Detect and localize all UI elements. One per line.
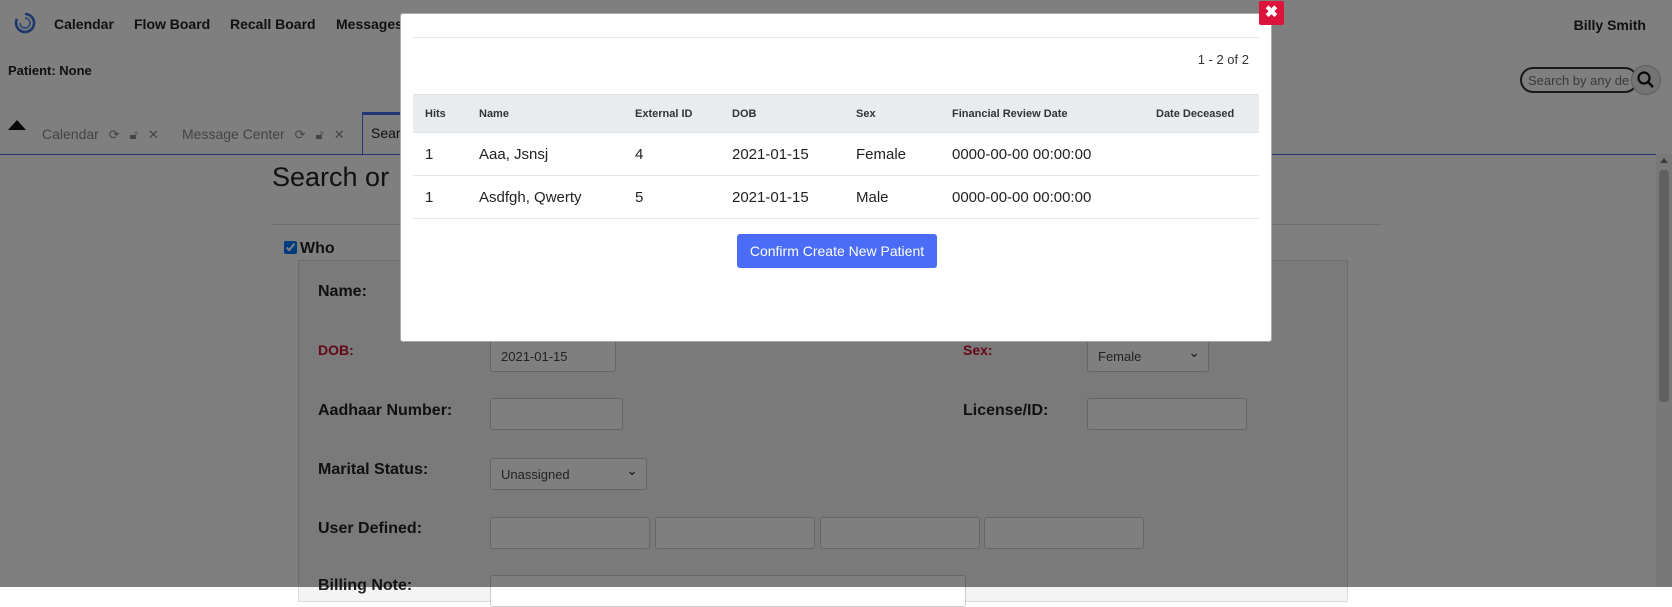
col-name: Name (467, 94, 623, 133)
modal-divider (413, 37, 1259, 38)
cell-financial-review-date: 0000-00-00 00:00:00 (940, 175, 1144, 219)
cell-hits: 1 (413, 132, 467, 176)
cell-external-id: 4 (623, 132, 720, 176)
col-financial-review-date: Financial Review Date (940, 94, 1144, 133)
col-date-deceased: Date Deceased (1144, 94, 1259, 133)
table-row[interactable]: 1 Asdfgh, Qwerty 5 2021-01-15 Male 0000-… (413, 175, 1259, 219)
close-icon: ✖ (1264, 4, 1279, 21)
cell-name: Aaa, Jsnsj (467, 132, 623, 176)
confirm-create-new-patient-button[interactable]: Confirm Create New Patient (737, 234, 937, 268)
col-hits: Hits (413, 94, 467, 133)
cell-date-deceased (1144, 132, 1259, 176)
duplicate-patients-modal: 1 - 2 of 2 Hits Name External ID DOB Sex… (400, 13, 1272, 342)
results-table: Hits Name External ID DOB Sex Financial … (413, 94, 1259, 219)
col-sex: Sex (844, 94, 940, 133)
col-dob: DOB (720, 94, 844, 133)
table-row[interactable]: 1 Aaa, Jsnsj 4 2021-01-15 Female 0000-00… (413, 132, 1259, 176)
table-header-row: Hits Name External ID DOB Sex Financial … (413, 94, 1259, 133)
cell-name: Asdfgh, Qwerty (467, 175, 623, 219)
cell-dob: 2021-01-15 (720, 132, 844, 176)
col-external-id: External ID (623, 94, 720, 133)
cell-external-id: 5 (623, 175, 720, 219)
cell-hits: 1 (413, 175, 467, 219)
cell-sex: Female (844, 132, 940, 176)
cell-financial-review-date: 0000-00-00 00:00:00 (940, 132, 1144, 176)
results-pager: 1 - 2 of 2 (1197, 52, 1249, 67)
modal-close-button[interactable]: ✖ (1259, 1, 1284, 25)
cell-date-deceased (1144, 175, 1259, 219)
cell-dob: 2021-01-15 (720, 175, 844, 219)
cell-sex: Male (844, 175, 940, 219)
